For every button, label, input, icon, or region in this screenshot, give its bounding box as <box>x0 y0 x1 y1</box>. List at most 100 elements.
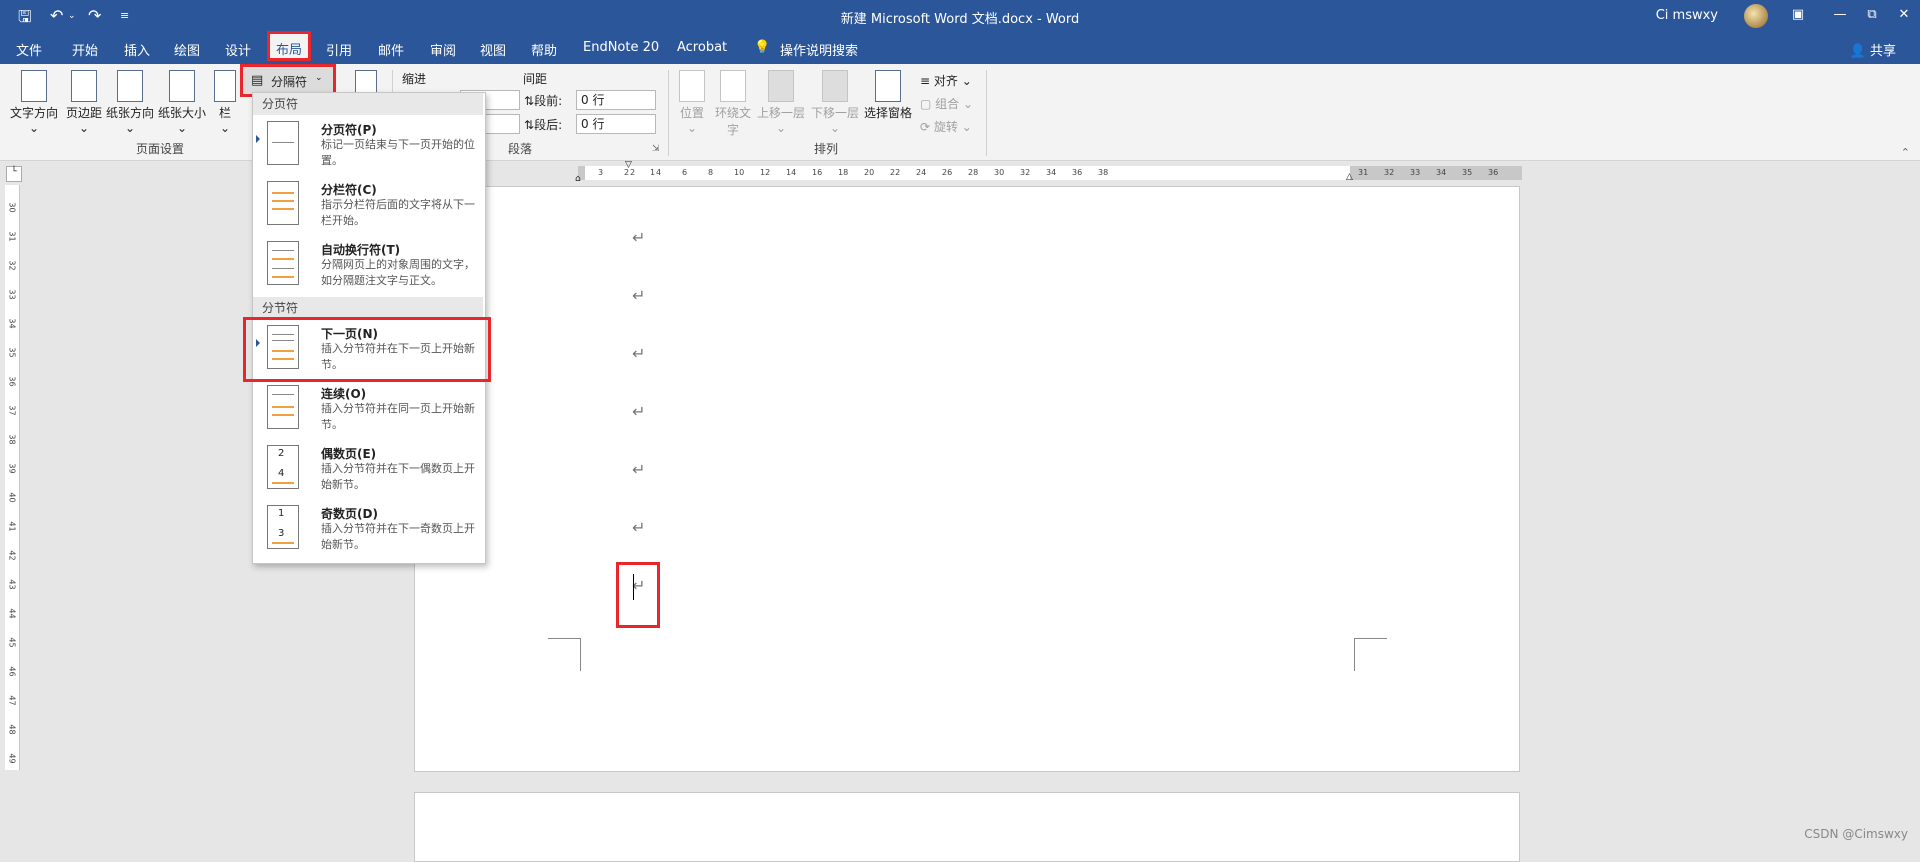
paragraph-mark: ↵ <box>632 460 646 479</box>
margins-button[interactable]: 页边距 ⌄ <box>64 70 104 135</box>
columns-button[interactable]: 栏 ⌄ <box>212 70 238 135</box>
ruler-tick-label: 32 <box>1384 168 1395 177</box>
ruler-tick-label: 32 <box>7 260 17 271</box>
menu-item-continuous[interactable]: 连续(O) 插入分节符并在同一页上开始新节。 <box>253 381 483 439</box>
share-button[interactable]: 👤 共享 <box>1850 40 1896 59</box>
document-page[interactable] <box>414 186 1520 772</box>
tab-review[interactable]: 审阅 <box>430 40 456 59</box>
continuous-icon <box>267 385 299 429</box>
menu-item-column-break[interactable]: 分栏符(C) 指示分栏符后面的文字将从下一栏开始。 <box>253 177 483 235</box>
document-page-next[interactable] <box>414 792 1520 862</box>
selection-pane-button[interactable]: 选择窗格 <box>862 70 914 121</box>
ribbon-display-icon[interactable]: ▣ <box>1788 6 1808 24</box>
ruler-tick-label: 34 <box>7 318 17 329</box>
right-indent-marker[interactable]: △ <box>1346 172 1353 182</box>
ruler-tick-label: 39 <box>7 463 17 474</box>
tab-help[interactable]: 帮助 <box>531 40 557 59</box>
menu-item-text-wrapping-break[interactable]: 自动换行符(T) 分隔网页上的对象周围的文字，如分隔题注文字与正文。 <box>253 237 483 295</box>
group-button[interactable]: ▢ 组合 ⌄ <box>920 95 973 112</box>
orientation-icon <box>117 70 143 102</box>
even-page-icon: 24 <box>267 445 299 489</box>
ruler-tick-label: 38 <box>7 434 17 445</box>
breaks-icon: ▤ <box>251 73 264 88</box>
left-indent-marker[interactable]: ⌂ <box>575 174 581 184</box>
paragraph-launcher-icon[interactable]: ⇲ <box>652 144 660 154</box>
orientation-button[interactable]: 纸张方向 ⌄ <box>104 70 156 135</box>
arrange-group-label: 排列 <box>814 142 839 156</box>
tab-file[interactable]: 文件 <box>16 40 42 59</box>
ruler-tick-label: 6 <box>682 168 688 177</box>
ruler-tick-label: 34 <box>1046 168 1057 177</box>
align-button[interactable]: ≡ 对齐 ⌄ <box>920 72 972 89</box>
share-label: 共享 <box>1869 44 1896 59</box>
odd-page-icon: 13 <box>267 505 299 549</box>
tab-references[interactable]: 引用 <box>326 40 352 59</box>
margin-corner-mark <box>548 638 581 671</box>
size-button[interactable]: 纸张大小 ⌄ <box>156 70 208 135</box>
chevron-down-icon: ⌄ <box>315 73 323 83</box>
ruler-tick-label: 18 <box>838 168 849 177</box>
ruler-tick-label: 24 <box>916 168 927 177</box>
position-button[interactable]: 位置 ⌄ <box>676 70 708 135</box>
ruler-tick-label: 22 <box>890 168 901 177</box>
close-icon[interactable]: ✕ <box>1894 6 1914 24</box>
rotate-button[interactable]: ⟳ 旋转 ⌄ <box>920 118 972 135</box>
tab-home[interactable]: 开始 <box>72 40 98 59</box>
watermark: CSDN @Cimswxy <box>1804 827 1908 841</box>
collapse-ribbon-icon[interactable]: ⌃ <box>1901 146 1910 159</box>
ruler-tick-label: 12 <box>760 168 771 177</box>
ruler-tick-label: 35 <box>7 347 17 358</box>
restore-icon[interactable]: ⧉ <box>1862 6 1882 24</box>
space-after-input[interactable]: 0 行 <box>576 114 656 134</box>
bring-forward-button[interactable]: 上移一层 ⌄ <box>756 70 806 135</box>
menu-item-odd-page[interactable]: 13 奇数页(D) 插入分节符并在下一奇数页上开始新节。 <box>253 501 483 559</box>
tab-mailings[interactable]: 邮件 <box>378 40 404 59</box>
wrap-text-button[interactable]: 环绕文字 <box>712 70 754 138</box>
minimize-icon[interactable]: — <box>1830 6 1850 24</box>
tab-insert[interactable]: 插入 <box>124 40 150 59</box>
ruler-tick-label: 34 <box>1436 168 1447 177</box>
text-direction-icon <box>21 70 47 102</box>
horizontal-ruler[interactable]: 3 2 1 2 4 6 8 10 12 14 16 18 20 22 24 26 28 30 32 34 36 38 31 3… <box>578 166 1522 180</box>
send-backward-button[interactable]: 下移一层 ⌄ <box>810 70 860 135</box>
selected-marker-icon <box>256 135 260 143</box>
first-line-indent-marker[interactable]: ▽ <box>625 160 632 170</box>
ruler-tick-label: 43 <box>7 579 17 590</box>
person-icon: 👤 <box>1849 44 1866 59</box>
tab-layout[interactable]: 布局 <box>267 31 311 61</box>
tab-acrobat[interactable]: Acrobat <box>677 40 727 55</box>
columns-icon <box>214 70 236 102</box>
user-name[interactable]: Ci mswxy <box>1656 8 1718 23</box>
paragraph-mark: ↵ <box>632 402 646 421</box>
ruler-tick-label: 3 <box>598 168 604 177</box>
cursor-highlight <box>616 562 660 628</box>
vertical-ruler[interactable]: 30 31 32 33 34 35 36 37 38 39 40 41 42 43 44 45 46 47 48 49 <box>5 185 20 770</box>
tab-endnote[interactable]: EndNote 20 <box>583 40 659 55</box>
tab-draw[interactable]: 绘图 <box>174 40 200 59</box>
text-direction-button[interactable]: 文字方向 ⌄ <box>8 70 60 135</box>
rotate-icon: ⟳ <box>920 120 931 134</box>
tab-selector[interactable]: └ <box>6 166 22 182</box>
page-break-icon <box>267 121 299 165</box>
tell-me-search[interactable]: 操作说明搜索 <box>780 40 858 59</box>
ruler-tick-label: 47 <box>7 695 17 706</box>
avatar[interactable] <box>1744 4 1768 28</box>
space-before-input[interactable]: 0 行 <box>576 90 656 110</box>
tab-layout-label: 布局 <box>275 43 302 58</box>
spacing-label: 间距 <box>523 72 548 86</box>
ruler-tick-label: 41 <box>7 521 17 532</box>
tab-view[interactable]: 视图 <box>480 40 506 59</box>
ruler-tick-label: 16 <box>812 168 823 177</box>
lightbulb-icon: 💡 <box>754 40 771 55</box>
text-wrapping-icon <box>267 241 299 285</box>
ruler-tick-label: 42 <box>7 550 17 561</box>
ruler-tick-label: 32 <box>1020 168 1031 177</box>
tab-design[interactable]: 设计 <box>225 40 251 59</box>
group-icon: ▢ <box>920 97 932 111</box>
ruler-tick-label: 44 <box>7 608 17 619</box>
menu-item-page-break[interactable]: 分页符(P) 标记一页结束与下一页开始的位置。 <box>253 117 483 175</box>
menu-item-even-page[interactable]: 24 偶数页(E) 插入分节符并在下一偶数页上开始新节。 <box>253 441 483 499</box>
ruler-tick-label: 33 <box>1410 168 1421 177</box>
ruler-tick-label: 30 <box>7 202 17 213</box>
ruler-tick-label: 26 <box>942 168 953 177</box>
